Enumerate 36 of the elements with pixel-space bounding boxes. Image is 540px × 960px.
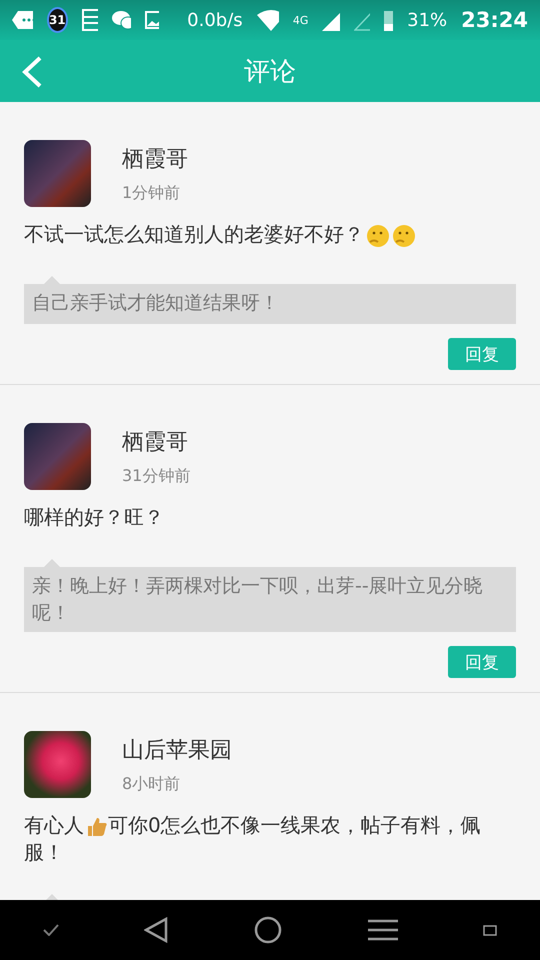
user-name: 栖霞哥 xyxy=(122,146,188,174)
reply-button[interactable]: 回复 xyxy=(448,338,516,370)
flower-photo-avatar xyxy=(24,731,91,798)
comment-time: 31分钟前 xyxy=(122,466,190,487)
check-icon[interactable] xyxy=(42,924,59,936)
comment-time: 8小时前 xyxy=(122,774,182,796)
game-artwork-avatar xyxy=(24,423,91,490)
clock-time: 23:24 xyxy=(461,8,528,32)
reply-text: 自己亲手试才能知道结果呀！ xyxy=(32,292,279,314)
reply-button[interactable]: 回复 xyxy=(448,646,516,678)
image-icon xyxy=(144,11,160,29)
tray-icon[interactable] xyxy=(483,924,498,936)
menu-icon[interactable] xyxy=(368,918,398,942)
comment-text: 不试一试怎么知道别人的老婆好不好？ xyxy=(24,221,516,248)
list-icon xyxy=(82,9,98,31)
chat-icon xyxy=(112,10,131,30)
page-title: 评论 xyxy=(244,56,296,88)
back-triangle-icon[interactable] xyxy=(144,917,168,943)
network-speed: 0.0b/s xyxy=(187,10,243,30)
comment-text: 哪样的好？旺？ xyxy=(24,504,165,531)
comment-time: 1分钟前 xyxy=(122,183,182,204)
thinking-face-icon xyxy=(366,224,390,248)
thumbs-up-icon xyxy=(86,816,108,838)
wifi-icon xyxy=(256,9,279,31)
chat-bubble-icon xyxy=(12,11,33,29)
user-name: 栖霞哥 xyxy=(122,429,189,457)
battery-icon xyxy=(384,9,394,31)
home-circle-icon[interactable] xyxy=(254,916,282,944)
user-name: 山后苹果园 xyxy=(122,737,232,766)
network-type: 4G xyxy=(292,14,308,26)
thinking-face-icon xyxy=(392,224,416,248)
battery-percent: 31% xyxy=(407,10,448,30)
calendar-badge: 31 xyxy=(46,7,68,33)
reply-text: 亲！晚上好！弄两棵对比一下呗，出芽--展叶立见分晓呢！ xyxy=(32,575,483,624)
comment-text: 有心人 可你0怎么也不像一线果农，帖子有料，佩服！ xyxy=(24,812,482,866)
game-artwork-avatar xyxy=(24,140,91,207)
